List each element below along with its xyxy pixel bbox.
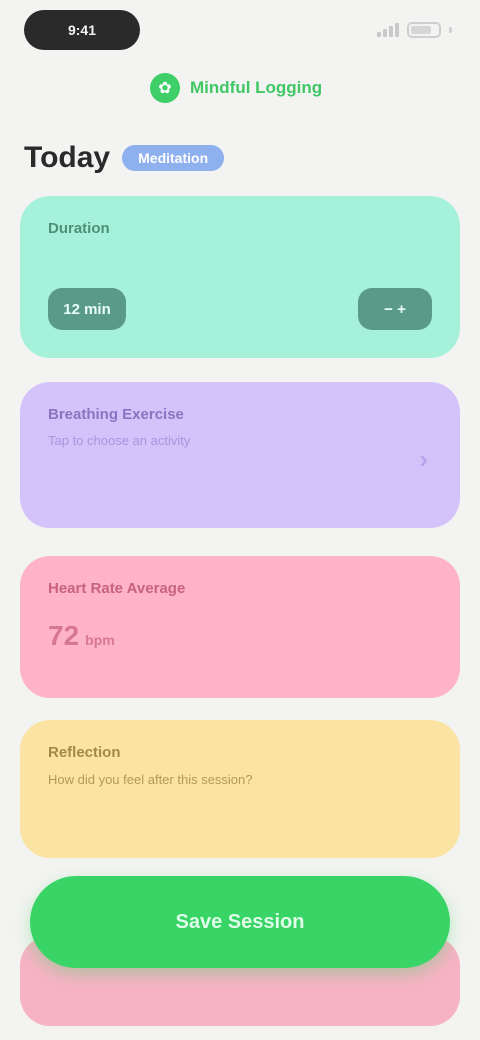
activity-subtitle: Tap to choose an activity (48, 433, 191, 448)
reflection-card[interactable]: Reflection How did you feel after this s… (20, 720, 460, 858)
duration-row: 12 min − + (48, 288, 432, 330)
activity-card[interactable]: Breathing Exercise Tap to choose an acti… (20, 382, 460, 528)
duration-label: Duration (48, 220, 110, 237)
duration-stepper[interactable]: − + (358, 288, 432, 330)
heart-rate-card[interactable]: Heart Rate Average 72 bpm (20, 556, 460, 698)
heart-rate-reading: 72 bpm (48, 620, 115, 652)
page-title: Today (24, 141, 111, 174)
session-banner: ✿ Mindful Logging (150, 68, 330, 108)
activity-label: Breathing Exercise (48, 406, 184, 423)
reflection-label: Reflection (48, 744, 121, 761)
status-indicators (377, 18, 452, 42)
save-session-button[interactable]: Save Session (30, 876, 450, 968)
session-label: Mindful Logging (190, 78, 323, 97)
leaf-icon: ✿ (150, 73, 180, 103)
heart-rate-unit: bpm (85, 632, 115, 648)
signal-icon (377, 23, 399, 37)
heart-rate-label: Heart Rate Average (48, 580, 186, 597)
category-chip[interactable]: Meditation (122, 145, 225, 171)
battery-icon (407, 22, 441, 38)
duration-value: 12 min (48, 288, 126, 330)
reflection-prompt: How did you feel after this session? (48, 772, 253, 787)
page-header: Today Meditation (24, 138, 225, 178)
heart-rate-value: 72 (48, 620, 80, 651)
chevron-right-icon: › (419, 444, 428, 474)
status-time: 9:41 (24, 10, 140, 50)
status-bar: 9:41 (0, 0, 480, 60)
battery-tip (449, 27, 452, 33)
duration-card[interactable]: Duration 12 min − + (20, 196, 460, 358)
